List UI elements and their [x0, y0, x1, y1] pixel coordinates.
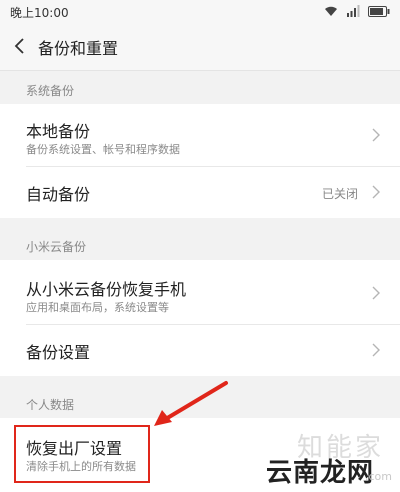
status-time: 晚上10:00 — [10, 6, 69, 20]
nav-bar: 备份和重置 — [0, 22, 400, 71]
wifi-icon — [325, 6, 337, 16]
page-title: 备份和重置 — [38, 39, 119, 58]
local-backup-item[interactable]: 本地备份 备份系统设置、帐号和程序数据 — [0, 104, 400, 166]
status-bar: 晚上10:00 — [0, 0, 400, 22]
restore-from-cloud-title: 从小米云备份恢复手机 — [26, 280, 187, 299]
chevron-right-icon — [372, 128, 380, 142]
signal-icon — [347, 5, 360, 17]
local-backup-title: 本地备份 — [26, 122, 91, 141]
back-arrow-icon[interactable] — [12, 36, 28, 56]
chevron-right-icon — [372, 185, 380, 199]
section-label-cloud-backup: 小米云备份 — [26, 240, 87, 254]
battery-icon — [368, 5, 390, 17]
chevron-right-icon — [372, 343, 380, 357]
section-label-personal-data: 个人数据 — [26, 398, 75, 412]
watermark-url: .com — [365, 470, 392, 483]
watermark-site-name: 云南龙网 — [265, 458, 374, 488]
local-backup-subtitle: 备份系统设置、帐号和程序数据 — [26, 143, 180, 156]
auto-backup-status: 已关闭 — [321, 187, 358, 201]
status-icons — [324, 3, 390, 19]
auto-backup-title: 自动备份 — [26, 185, 91, 204]
section-label-system-backup: 系统备份 — [26, 84, 75, 98]
group-system-backup: 本地备份 备份系统设置、帐号和程序数据 自动备份 已关闭 — [0, 104, 400, 218]
auto-backup-item[interactable]: 自动备份 已关闭 — [0, 166, 400, 218]
backup-settings-title: 备份设置 — [26, 343, 91, 362]
annotation-highlight-box — [14, 425, 150, 483]
restore-from-cloud-subtitle: 应用和桌面布局，系统设置等 — [26, 301, 169, 314]
annotation-arrow — [154, 381, 228, 426]
restore-from-cloud-item[interactable]: 从小米云备份恢复手机 应用和桌面布局，系统设置等 — [0, 260, 400, 324]
group-cloud-backup: 从小米云备份恢复手机 应用和桌面布局，系统设置等 备份设置 — [0, 260, 400, 376]
chevron-right-icon — [372, 286, 380, 300]
backup-settings-item[interactable]: 备份设置 — [0, 324, 400, 376]
